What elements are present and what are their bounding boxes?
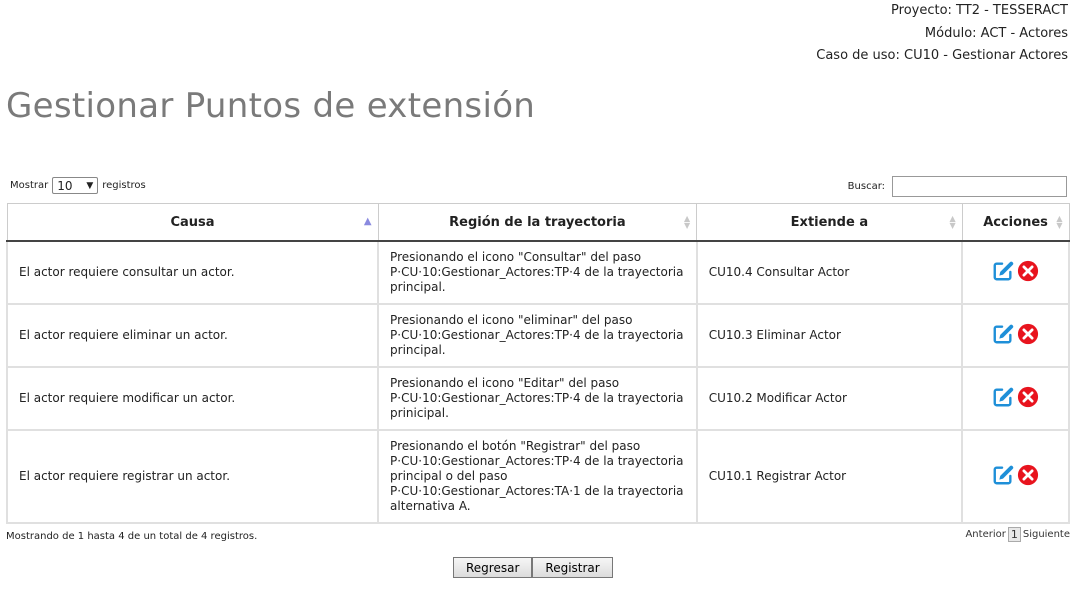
column-header-actions[interactable]: Acciones ▲ ▼ (961, 203, 1070, 242)
show-label: Mostrar (10, 180, 49, 191)
search-input[interactable] (892, 176, 1067, 197)
cell-actions (961, 303, 1070, 368)
column-header-extends[interactable]: Extiende a ▲ ▼ (696, 203, 963, 242)
cell-cause: El actor requiere registrar un actor. (5, 429, 380, 524)
chevron-down-icon: ▼ (86, 180, 94, 191)
cell-cause: El actor requiere modificar un actor. (5, 366, 380, 431)
edit-icon[interactable] (992, 323, 1014, 349)
page-size-select[interactable]: 10 ▼ (52, 177, 99, 194)
cell-actions (961, 429, 1070, 524)
form-actions: Regresar Registrar (453, 557, 613, 578)
cell-region: Presionando el icono "eliminar" del paso… (377, 303, 698, 368)
cell-region: Presionando el icono "Consultar" del pas… (377, 240, 698, 305)
page-title: Gestionar Puntos de extensión (6, 86, 536, 126)
next-page-button[interactable]: Siguiente (1023, 529, 1070, 540)
edit-icon[interactable] (992, 386, 1014, 412)
search-label: Buscar: (847, 181, 885, 192)
use-case-label: Caso de uso: CU10 - Gestionar Actores (816, 48, 1068, 63)
page-size-value: 10 (57, 178, 73, 193)
page-1-button[interactable]: 1 (1007, 527, 1021, 542)
table-row: El actor requiere eliminar un actor. Pre… (5, 303, 1070, 368)
column-header-region[interactable]: Región de la trayectoria ▲ ▼ (377, 203, 698, 242)
cell-extends: CU10.4 Consultar Actor (695, 240, 964, 305)
sort-both-icon: ▲ ▼ (684, 214, 691, 230)
column-header-label: Región de la trayectoria (449, 214, 626, 230)
sort-both-icon: ▲ ▼ (1056, 214, 1063, 230)
table-row: El actor requiere consultar un actor. Pr… (5, 240, 1070, 305)
extension-points-table: Causa ▲ Región de la trayectoria ▲ ▼ Exti… (5, 203, 1070, 524)
records-label: registros (102, 180, 146, 191)
delete-icon[interactable] (1017, 323, 1039, 349)
cell-extends: CU10.2 Modificar Actor (695, 366, 964, 431)
cell-cause: El actor requiere consultar un actor. (5, 240, 380, 305)
table-row: El actor requiere registrar un actor. Pr… (5, 429, 1070, 524)
back-button[interactable]: Regresar (453, 557, 533, 578)
sort-ascending-icon: ▲ (363, 216, 372, 227)
cell-region: Presionando el icono "Editar" del paso P… (377, 366, 698, 431)
delete-icon[interactable] (1017, 386, 1039, 412)
column-header-label: Acciones (983, 214, 1048, 230)
cell-extends: CU10.1 Registrar Actor (695, 429, 964, 524)
register-button[interactable]: Registrar (532, 557, 613, 578)
column-header-label: Causa (170, 214, 215, 230)
search-control: Buscar: (848, 176, 1067, 197)
cell-cause: El actor requiere eliminar un actor. (5, 303, 380, 368)
edit-icon[interactable] (992, 260, 1014, 286)
sort-both-icon: ▲ ▼ (949, 214, 956, 230)
cell-actions (961, 240, 1070, 305)
project-label: Proyecto: TT2 - TESSERACT (891, 3, 1068, 18)
column-header-cause[interactable]: Causa ▲ (6, 203, 379, 242)
table-info: Mostrando de 1 hasta 4 de un total de 4 … (6, 531, 258, 542)
pagination: Anterior 1 Siguiente (965, 527, 1070, 542)
previous-page-button[interactable]: Anterior (965, 529, 1005, 540)
module-label: Módulo: ACT - Actores (924, 25, 1068, 41)
delete-icon[interactable] (1017, 260, 1039, 286)
breadcrumb: Proyecto: TT2 - TESSERACT Módulo: ACT - … (816, 0, 1068, 68)
delete-icon[interactable] (1017, 464, 1039, 490)
column-header-label: Extiende a (790, 214, 869, 230)
table-header-row: Causa ▲ Región de la trayectoria ▲ ▼ Exti… (6, 203, 1070, 242)
cell-actions (961, 366, 1070, 431)
page-length-control: Mostrar 10 ▼ registros (10, 177, 146, 194)
edit-icon[interactable] (992, 464, 1014, 490)
cell-extends: CU10.3 Eliminar Actor (695, 303, 964, 368)
table-row: El actor requiere modificar un actor. Pr… (5, 366, 1070, 431)
cell-region: Presionando el botón "Registrar" del pas… (377, 429, 698, 524)
